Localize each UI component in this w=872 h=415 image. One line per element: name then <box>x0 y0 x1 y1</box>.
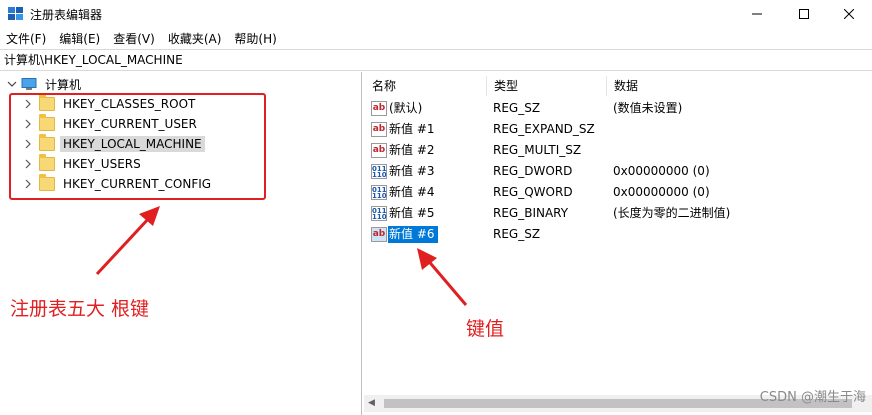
arrow-to-root-keys <box>95 206 160 276</box>
root-keys-annotation: 注册表五大 根键 <box>10 298 150 320</box>
arrow-to-key-value <box>417 248 468 306</box>
key-value-annotation: 键值 <box>466 318 505 340</box>
watermark: CSDN @潮生于海 <box>759 390 866 405</box>
annotation-arrows <box>95 206 468 306</box>
